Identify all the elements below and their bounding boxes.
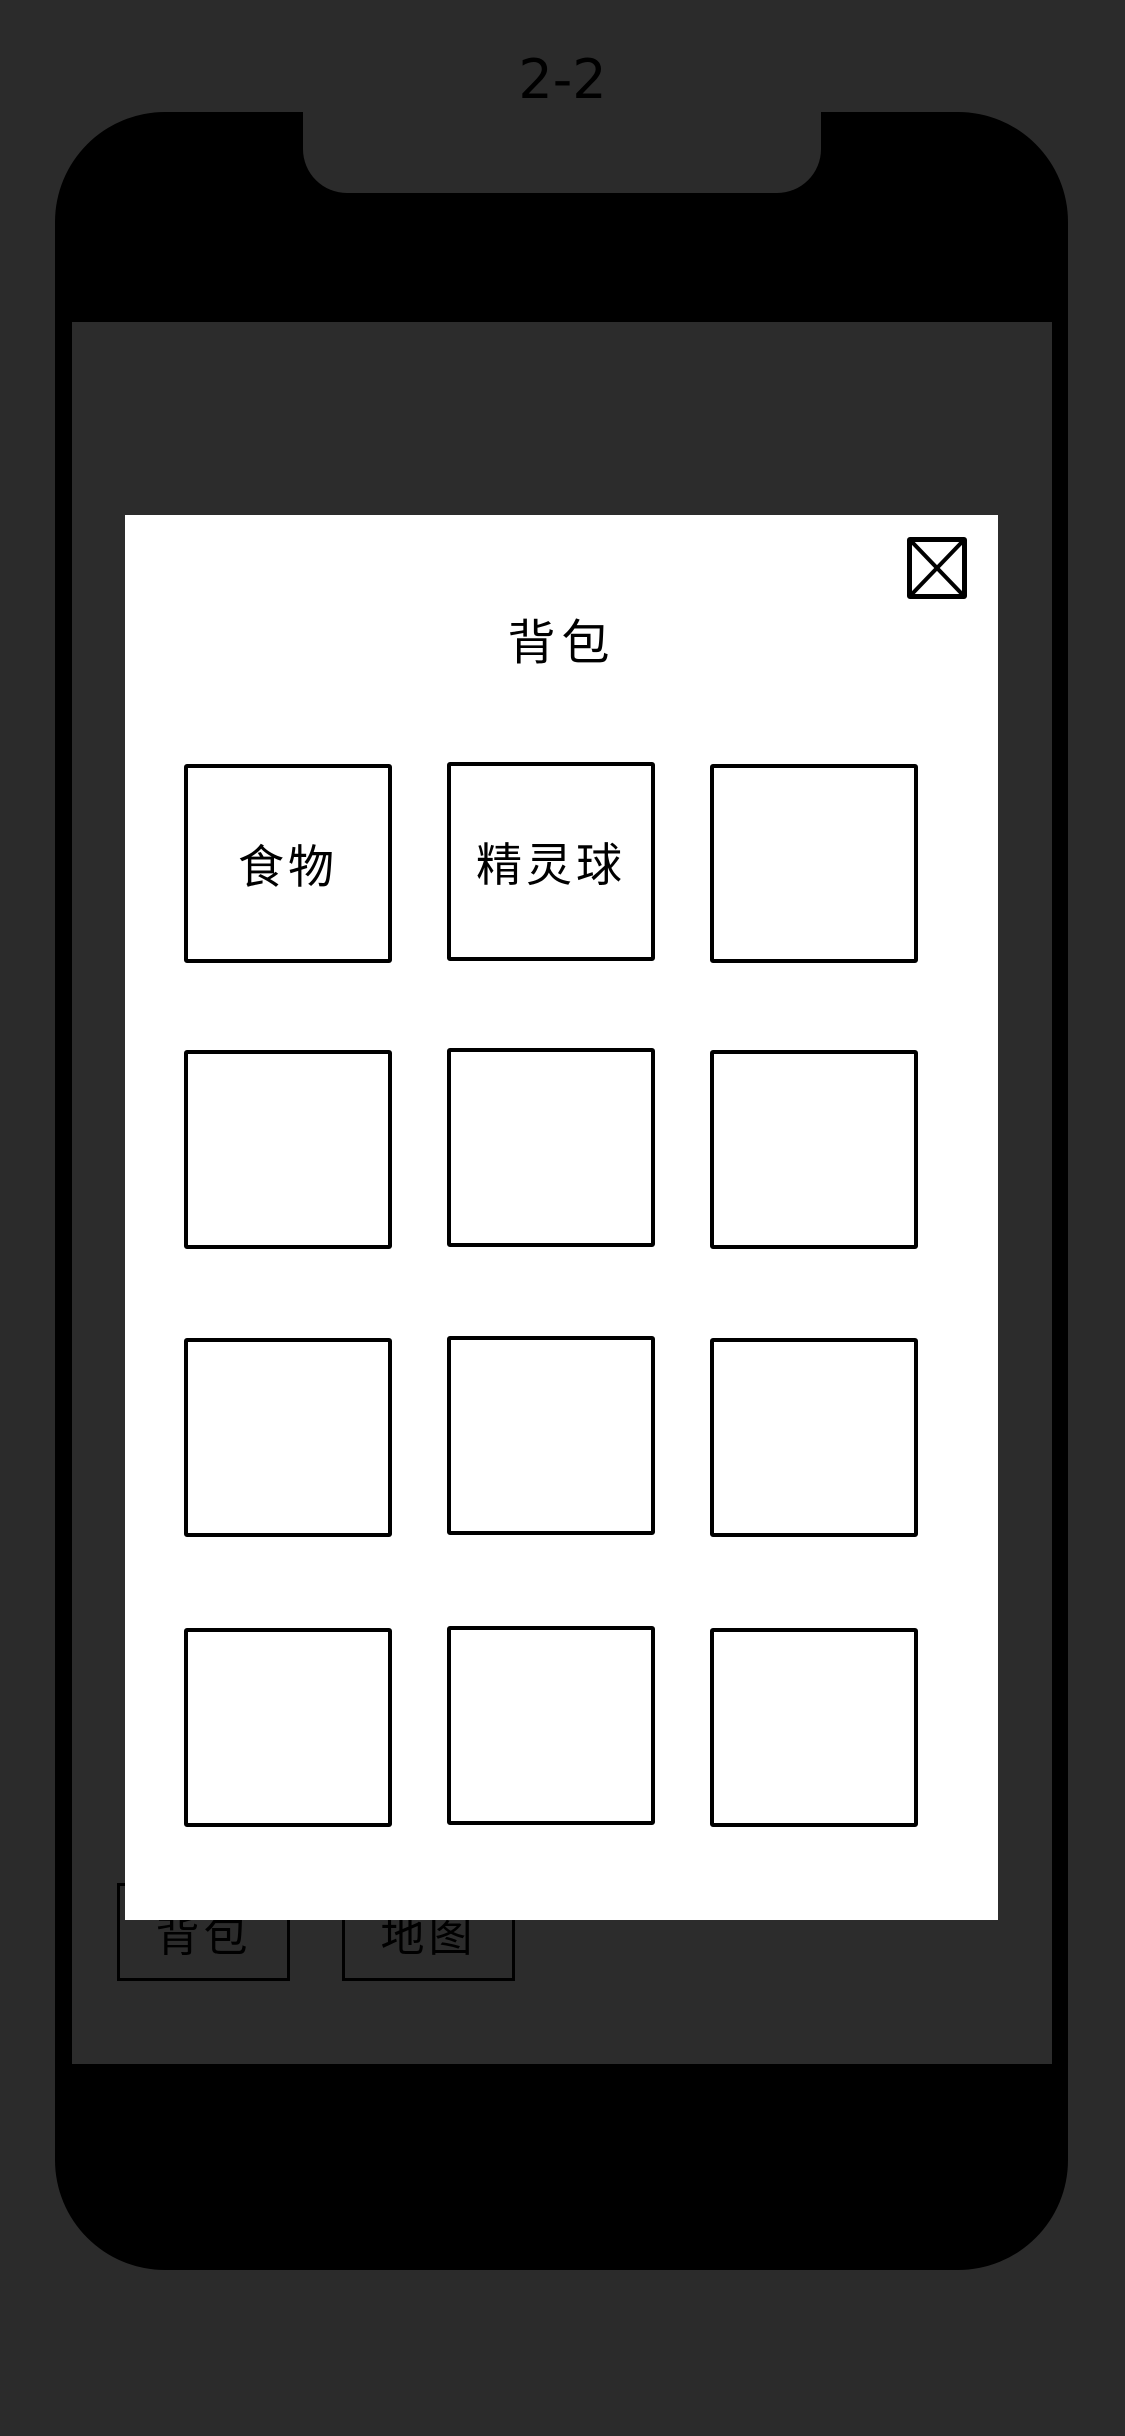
bag-slot[interactable]: [447, 1048, 655, 1247]
bag-slot[interactable]: [184, 1628, 392, 1827]
bag-slot[interactable]: [447, 1626, 655, 1825]
bag-modal: 背包 食物 精灵球: [125, 515, 998, 1920]
bag-slot[interactable]: [184, 1050, 392, 1249]
close-x-icon: [912, 542, 962, 594]
bag-slot[interactable]: [710, 764, 918, 963]
bag-slot[interactable]: [710, 1050, 918, 1249]
bag-slot[interactable]: [447, 1336, 655, 1535]
bag-slot[interactable]: [710, 1628, 918, 1827]
phone-notch: [303, 105, 821, 193]
close-button[interactable]: [907, 537, 967, 599]
screen-label: 2-2: [518, 48, 607, 111]
bag-slot[interactable]: [710, 1338, 918, 1537]
bag-slot-food[interactable]: 食物: [184, 764, 392, 963]
bag-slot-pokeball[interactable]: 精灵球: [447, 762, 655, 961]
bag-slot[interactable]: [184, 1338, 392, 1537]
modal-title: 背包: [507, 615, 616, 671]
